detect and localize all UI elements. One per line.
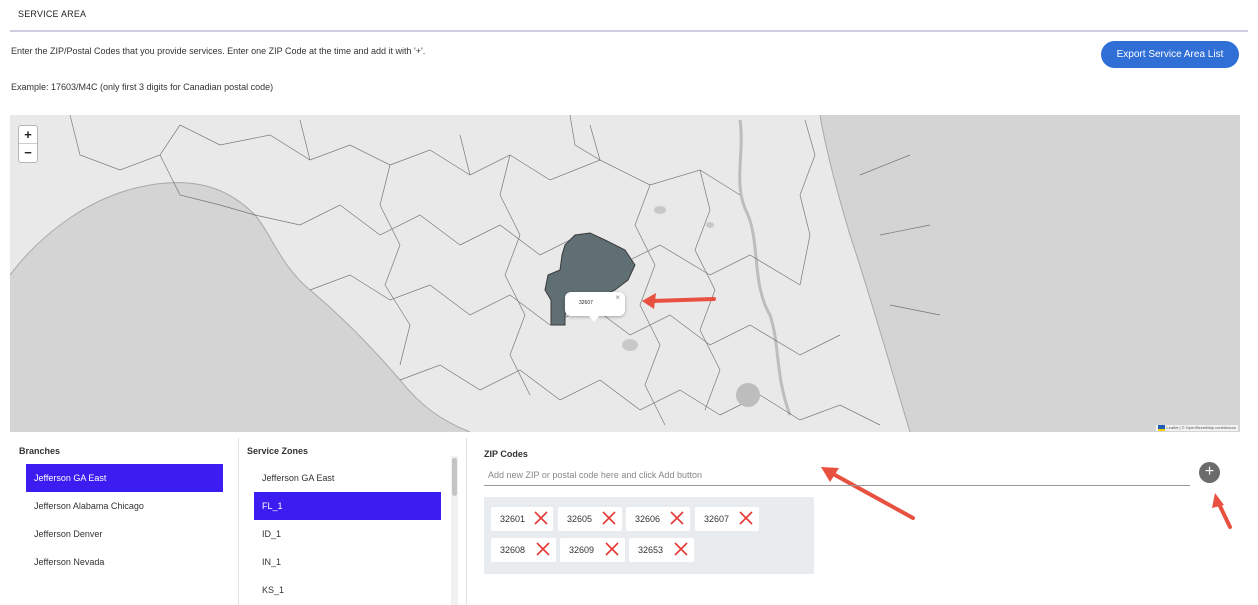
zoom-in-button[interactable]: +: [19, 126, 37, 144]
branch-item-jefferson-alabama-chicago[interactable]: Jefferson Alabama Chicago: [26, 492, 223, 520]
branches-panel: Branches Jefferson GA East Jefferson Ala…: [10, 438, 239, 605]
zip-chip-label: 32607: [704, 514, 730, 524]
zones-scroll-thumb[interactable]: [452, 458, 457, 496]
remove-x-icon[interactable]: [739, 511, 753, 525]
zip-chip-label: 32608: [500, 545, 526, 555]
zone-item-ks-1[interactable]: KS_1: [254, 576, 441, 604]
export-service-area-button[interactable]: Export Service Area List: [1101, 41, 1239, 68]
example-text: Example: 17603/M4C (only first 3 digits …: [11, 82, 274, 92]
zoom-controls: + −: [18, 125, 38, 163]
zip-chip: 32601: [491, 507, 553, 531]
annotation-arrow-add: [1212, 493, 1232, 529]
remove-x-icon[interactable]: [605, 542, 619, 556]
branch-item-jefferson-denver[interactable]: Jefferson Denver: [26, 520, 223, 548]
service-area-map[interactable]: + − 32607 × Leaflet | © OpenStreetMap co…: [10, 115, 1240, 432]
zip-chip-label: 32605: [567, 514, 593, 524]
zones-scrollbar[interactable]: [451, 456, 458, 605]
add-zip-button[interactable]: +: [1199, 462, 1220, 483]
zone-item-id-1[interactable]: ID_1: [254, 520, 441, 548]
leaflet-flag-icon: [1158, 425, 1166, 431]
zip-code-input[interactable]: [484, 464, 1190, 486]
zip-chip-label: 32609: [569, 545, 595, 555]
map-popup: 32607 ×: [565, 292, 625, 322]
zone-item-jefferson-ga-east[interactable]: Jefferson GA East: [254, 464, 441, 492]
remove-x-icon[interactable]: [534, 511, 548, 525]
zip-chips-container: 32601 32605 32606 32607 32608 32609 3265…: [484, 497, 814, 574]
zip-chip: 32609: [560, 538, 625, 562]
service-zones-panel: Service Zones Jefferson GA East FL_1 ID_…: [238, 438, 467, 605]
zip-chip: 32605: [558, 507, 622, 531]
zip-chip: 32653: [629, 538, 694, 562]
zip-chip: 32608: [491, 538, 556, 562]
map-attribution: Leaflet | © OpenStreetMap contributors: [1156, 425, 1238, 431]
zip-chip: 32606: [626, 507, 690, 531]
popup-zip-label: 32607: [579, 300, 593, 306]
popup-tip: [589, 316, 599, 322]
header-divider: [10, 30, 1248, 32]
remove-x-icon[interactable]: [602, 511, 616, 525]
branch-item-jefferson-nevada[interactable]: Jefferson Nevada: [26, 548, 223, 576]
attribution-text[interactable]: Leaflet | © OpenStreetMap contributors: [1166, 425, 1236, 430]
map-canvas[interactable]: [10, 115, 1240, 432]
gulf-water: [10, 182, 470, 432]
atlantic-water: [820, 115, 1240, 432]
remove-x-icon[interactable]: [536, 542, 550, 556]
annotation-arrow-popup: [642, 293, 716, 309]
popup-close-icon[interactable]: ×: [615, 293, 620, 302]
remove-x-icon[interactable]: [670, 511, 684, 525]
zip-chip-label: 32601: [500, 514, 526, 524]
instructions-text: Enter the ZIP/Postal Codes that you prov…: [11, 46, 426, 56]
service-zones-title: Service Zones: [247, 446, 309, 456]
zip-chip-label: 32653: [638, 545, 664, 555]
remove-x-icon[interactable]: [674, 542, 688, 556]
branches-title: Branches: [19, 446, 61, 456]
page-title: SERVICE AREA: [18, 9, 87, 19]
zip-chip-label: 32606: [635, 514, 661, 524]
zip-chip: 32607: [695, 507, 759, 531]
zone-item-fl-1[interactable]: FL_1: [254, 492, 441, 520]
zoom-out-button[interactable]: −: [19, 144, 37, 162]
zip-codes-title: ZIP Codes: [484, 449, 528, 459]
branch-item-jefferson-ga-east[interactable]: Jefferson GA East: [26, 464, 223, 492]
zone-item-in-1[interactable]: IN_1: [254, 548, 441, 576]
